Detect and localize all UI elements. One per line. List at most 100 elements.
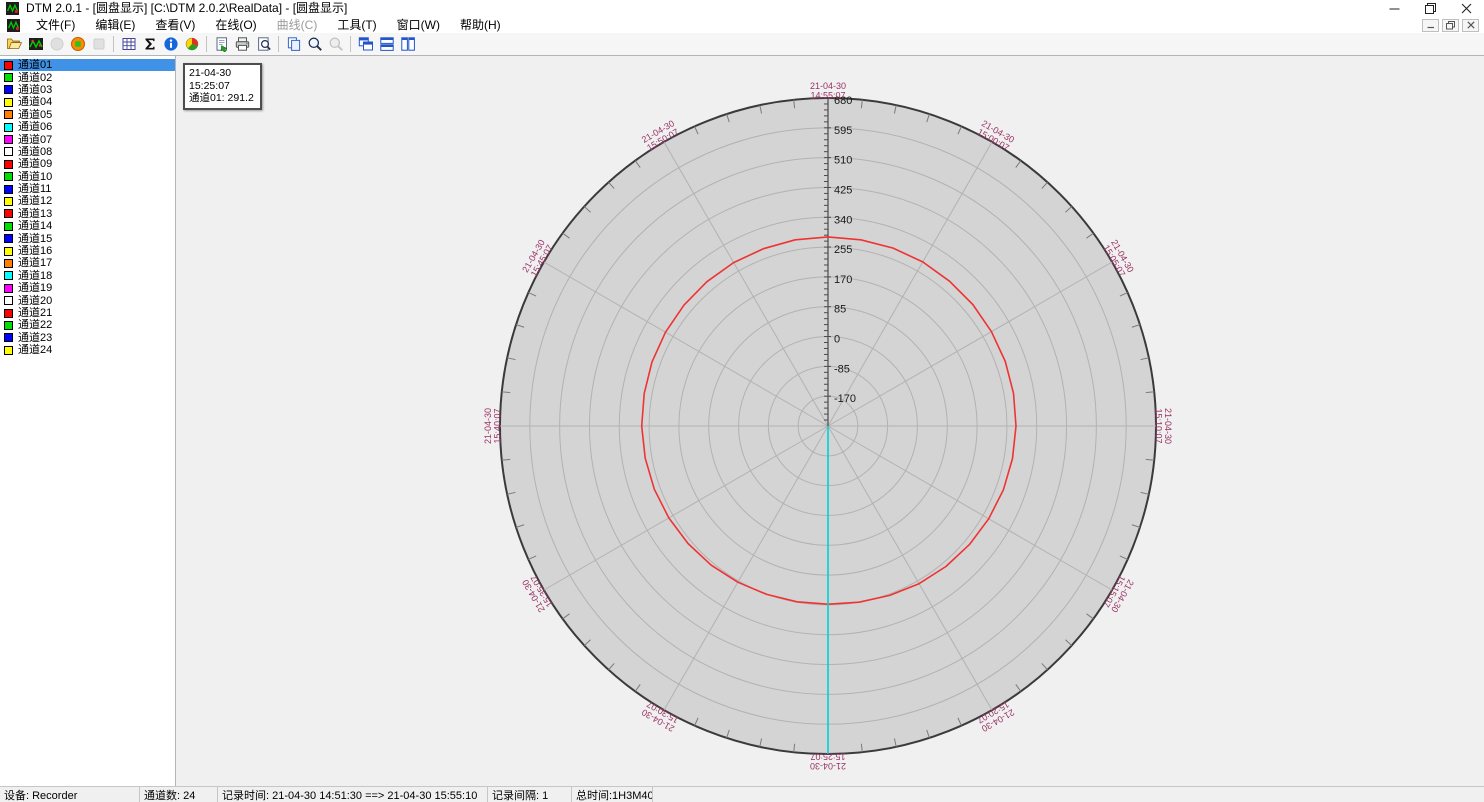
- tile-h-icon: [379, 36, 395, 52]
- pie-view-button[interactable]: [181, 34, 202, 54]
- channel-color-swatch: [4, 271, 13, 280]
- tile-vertical-button[interactable]: [397, 34, 418, 54]
- info-circle-icon: [163, 36, 179, 52]
- channel-item[interactable]: 通道18: [0, 270, 175, 282]
- svg-text:21-04-30: 21-04-30: [1163, 408, 1173, 444]
- channel-color-swatch: [4, 160, 13, 169]
- child-restore-button[interactable]: [1442, 19, 1459, 32]
- channel-label: 通道17: [18, 257, 52, 269]
- channel-color-swatch: [4, 61, 13, 70]
- channel-item[interactable]: 通道02: [0, 71, 175, 83]
- channel-label: 通道05: [18, 109, 52, 121]
- channel-item[interactable]: 通道21: [0, 307, 175, 319]
- zoom-button[interactable]: [304, 34, 325, 54]
- channel-item[interactable]: 通道24: [0, 344, 175, 356]
- record-time-status: 记录时间: 21-04-30 14:51:30 ==> 21-04-30 15:…: [218, 787, 488, 802]
- child-close-button[interactable]: [1462, 19, 1479, 32]
- channel-item[interactable]: 通道22: [0, 319, 175, 331]
- chart-tooltip: 21-04-30 15:25:07 通道01: 291.2: [183, 63, 262, 110]
- channel-item[interactable]: 通道13: [0, 208, 175, 220]
- svg-text:14:55:07: 14:55:07: [810, 91, 845, 101]
- svg-text:21-04-30: 21-04-30: [810, 81, 846, 91]
- tile-horizontal-button[interactable]: [376, 34, 397, 54]
- menu-item-edit[interactable]: 编辑(E): [85, 17, 145, 33]
- toolbar: [0, 33, 1484, 56]
- channel-item[interactable]: 通道06: [0, 121, 175, 133]
- copy-button[interactable]: [283, 34, 304, 54]
- cascade-windows-button[interactable]: [355, 34, 376, 54]
- channel-label: 通道23: [18, 332, 52, 344]
- channel-item[interactable]: 通道14: [0, 220, 175, 232]
- open-file-button[interactable]: [4, 34, 25, 54]
- channel-item[interactable]: 通道10: [0, 171, 175, 183]
- channel-item[interactable]: 通道08: [0, 146, 175, 158]
- channel-count-status: 通道数: 24: [140, 787, 218, 802]
- channel-label: 通道24: [18, 344, 52, 356]
- magnifier-icon: [307, 36, 323, 52]
- menu-item-window[interactable]: 窗口(W): [387, 17, 450, 33]
- cascade-icon: [357, 36, 374, 52]
- channel-item[interactable]: 通道04: [0, 96, 175, 108]
- export-page-icon: [214, 36, 230, 52]
- channel-item[interactable]: 通道09: [0, 158, 175, 170]
- window-title: DTM 2.0.1 - [圆盘显示] [C:\DTM 2.0.2\RealDat…: [26, 0, 347, 17]
- waveform-logo-icon: [28, 36, 44, 52]
- pie-chart-icon: [184, 36, 200, 52]
- export-button[interactable]: [211, 34, 232, 54]
- svg-text:425: 425: [834, 184, 852, 196]
- channel-color-swatch: [4, 123, 13, 132]
- channel-item[interactable]: 通道17: [0, 257, 175, 269]
- channel-item[interactable]: 通道19: [0, 282, 175, 294]
- info-button[interactable]: [160, 34, 181, 54]
- record-active-icon: [70, 36, 86, 52]
- tooltip-date: 21-04-30: [189, 67, 254, 80]
- title-bar: DTM 2.0.1 - [圆盘显示] [C:\DTM 2.0.2\RealDat…: [0, 0, 1484, 17]
- svg-text:-170: -170: [834, 393, 856, 405]
- child-minimize-button[interactable]: [1422, 19, 1439, 32]
- channel-item[interactable]: 通道12: [0, 195, 175, 207]
- channel-item[interactable]: 通道07: [0, 133, 175, 145]
- data-table-button[interactable]: [118, 34, 139, 54]
- svg-text:85: 85: [834, 304, 846, 316]
- child-window-icon: [7, 19, 20, 32]
- channel-color-swatch: [4, 85, 13, 94]
- polar-chart[interactable]: 680595510425340255170850-85-17021-04-301…: [176, 56, 1484, 786]
- toolbar-separator: [206, 36, 207, 52]
- record-button[interactable]: [67, 34, 88, 54]
- svg-text:15:25:07: 15:25:07: [810, 752, 845, 762]
- menu-item-file[interactable]: 文件(F): [26, 17, 85, 33]
- realtime-data-button[interactable]: [25, 34, 46, 54]
- channel-item[interactable]: 通道20: [0, 294, 175, 306]
- menu-item-online[interactable]: 在线(O): [205, 17, 266, 33]
- menu-item-help[interactable]: 帮助(H): [450, 17, 511, 33]
- menu-item-view[interactable]: 查看(V): [145, 17, 205, 33]
- table-grid-icon: [121, 36, 137, 52]
- minimize-button[interactable]: [1376, 0, 1412, 17]
- channel-item[interactable]: 通道23: [0, 332, 175, 344]
- print-preview-button[interactable]: [253, 34, 274, 54]
- channel-label: 通道07: [18, 134, 52, 146]
- print-button[interactable]: [232, 34, 253, 54]
- channel-item[interactable]: 通道16: [0, 245, 175, 257]
- menu-item-curve: 曲线(C): [267, 17, 328, 33]
- channel-color-swatch: [4, 259, 13, 268]
- channel-item[interactable]: 通道05: [0, 109, 175, 121]
- channel-item[interactable]: 通道11: [0, 183, 175, 195]
- channel-label: 通道02: [18, 72, 52, 84]
- statistics-button[interactable]: [139, 34, 160, 54]
- channel-label: 通道14: [18, 220, 52, 232]
- channel-item[interactable]: 通道15: [0, 232, 175, 244]
- channel-color-swatch: [4, 296, 13, 305]
- channel-label: 通道01: [18, 59, 52, 71]
- channel-item[interactable]: 通道01: [0, 59, 175, 71]
- close-button[interactable]: [1448, 0, 1484, 17]
- open-folder-icon: [6, 36, 23, 52]
- channel-item[interactable]: 通道03: [0, 84, 175, 96]
- restore-button[interactable]: [1412, 0, 1448, 17]
- sigma-icon: [142, 36, 158, 52]
- channel-label: 通道15: [18, 233, 52, 245]
- channel-label: 通道11: [18, 183, 51, 195]
- magnifier-gray-icon: [328, 36, 344, 52]
- menu-item-tools[interactable]: 工具(T): [327, 17, 386, 33]
- channel-list: 通道01通道02通道03通道04通道05通道06通道07通道08通道09通道10…: [0, 56, 176, 786]
